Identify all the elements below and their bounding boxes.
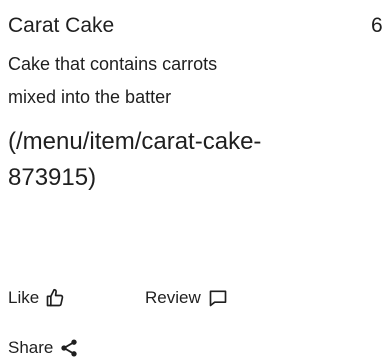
menu-item-card: Carat Cake 6 Cake that contains carrots … [0, 0, 392, 364]
review-label: Review [145, 288, 201, 307]
share-icon [59, 338, 79, 358]
like-label: Like [8, 288, 40, 307]
item-name: Carat Cake [8, 14, 115, 37]
review-button[interactable]: Review [145, 288, 229, 308]
item-description: Cake that contains carrots mixed into th… [8, 54, 218, 107]
share-button[interactable]: Share [8, 338, 79, 358]
share-label: Share [8, 338, 54, 357]
comment-icon [207, 288, 229, 308]
item-link[interactable]: (/menu/item/carat-cake-873915) [8, 124, 268, 196]
thumbs-up-icon [45, 288, 65, 308]
like-button[interactable]: Like [8, 288, 65, 308]
item-price: 6 [371, 14, 383, 37]
